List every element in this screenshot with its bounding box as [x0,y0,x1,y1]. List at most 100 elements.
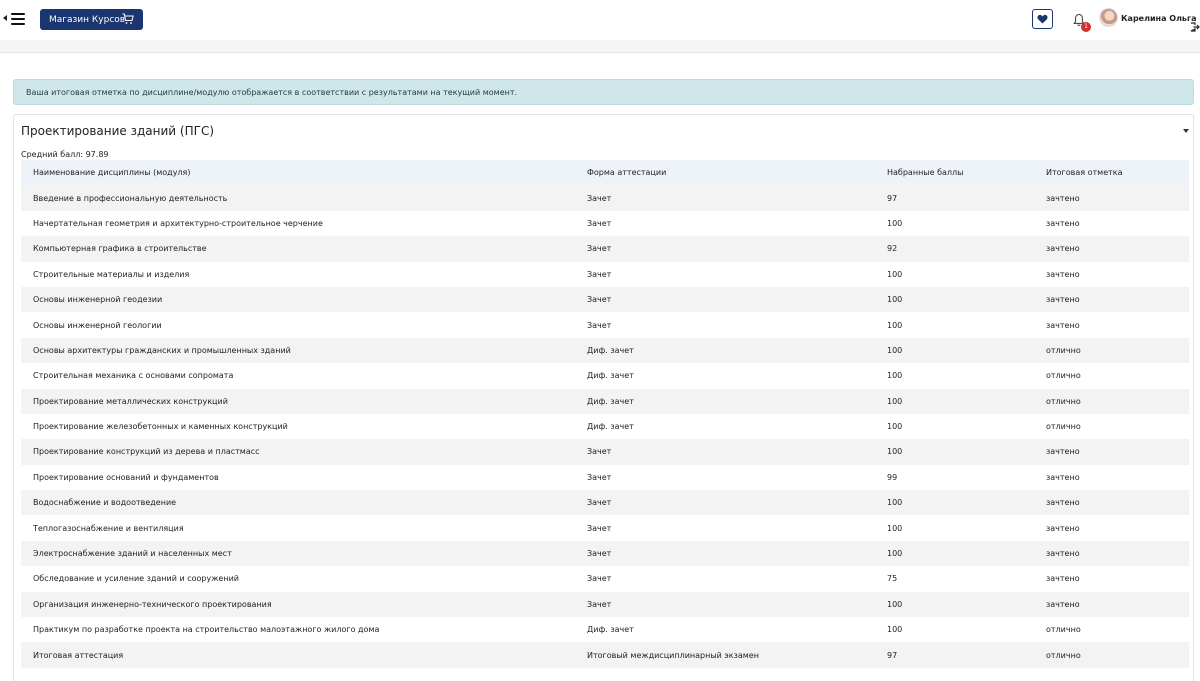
discipline-cell: Введение в профессиональную деятельность [21,185,575,211]
info-alert-text: Ваша итоговая отметка по дисциплине/моду… [26,88,518,97]
assessment-cell: Зачет [575,261,875,287]
points-cell: 100 [875,363,1034,389]
assessment-cell: Зачет [575,540,875,567]
assessment-cell: Диф. зачет [575,388,875,414]
points-cell: 100 [875,540,1034,567]
table-row: Введение в профессиональную деятельность… [21,185,1189,211]
grade-cell: зачтено [1034,185,1189,211]
assessment-cell: Итоговый междисциплинарный экзамен [575,642,875,668]
table-row: Теплогазоснабжение и вентиляция Зачет 100 з… [21,515,1189,541]
grade-cell: зачтено [1034,261,1189,287]
grades-table-body: Введение в профессиональную деятельность… [21,185,1189,668]
discipline-cell: Проектирование оснований и фундаментов [21,464,575,491]
points-cell: 100 [875,286,1034,313]
assessment-cell: Диф. зачет [575,363,875,389]
points-cell: 100 [875,413,1034,440]
assessment-cell: Зачет [575,185,875,211]
grade-cell: зачтено [1034,286,1189,313]
grade-cell: зачтено [1034,464,1189,491]
table-row: Проектирование железобетонных и каменных… [21,413,1189,440]
table-row: Основы архитектуры гражданских и промышл… [21,337,1189,364]
points-cell: 100 [875,337,1034,364]
cart-icon [122,13,134,24]
grade-cell: зачтено [1034,566,1189,592]
grade-cell: отлично [1034,363,1189,389]
discipline-cell: Начертательная геометрия и архитектурно-… [21,210,575,237]
table-row: Обследование и усиление зданий и сооруже… [21,566,1189,592]
assessment-cell: Зачет [575,464,875,491]
top-bar: Магазин Курсов 1 Карелина Ольга [0,0,1200,40]
table-row: Организация инженерно-технического проек… [21,591,1189,618]
table-row: Проектирование металлических конструкций… [21,388,1189,414]
assessment-cell: Зачет [575,515,875,541]
discipline-cell: Теплогазоснабжение и вентиляция [21,515,575,541]
points-cell: 75 [875,566,1034,592]
table-row: Итоговая аттестация Итоговый междисциплин… [21,642,1189,668]
program-card: Проектирование зданий (ПГС) Средний балл… [13,114,1194,681]
sidebar-collapse-icon[interactable] [3,15,7,21]
table-row: Проектирование оснований и фундаментов За… [21,464,1189,491]
chevron-down-icon[interactable] [1183,129,1189,133]
table-row: Основы инженерной геологии Зачет 100 зачтен… [21,312,1189,338]
discipline-cell: Проектирование металлических конструкций [21,388,575,414]
grade-cell: зачтено [1034,210,1189,237]
avatar[interactable] [1099,8,1118,27]
discipline-cell: Основы инженерной геодезии [21,286,575,313]
grades-table: Наименование дисциплины (модуля) Форма а… [21,160,1189,668]
course-shop-button[interactable]: Магазин Курсов [40,9,143,30]
discipline-cell: Обследование и усиление зданий и сооруже… [21,566,575,592]
points-cell: 97 [875,642,1034,668]
discipline-cell: Основы инженерной геологии [21,312,575,338]
assessment-cell: Зачет [575,566,875,592]
grade-cell: зачтено [1034,515,1189,541]
grade-cell: отлично [1034,413,1189,440]
discipline-cell: Водоснабжение и водоотведение [21,490,575,516]
average-score: Средний балл: 97.89 [21,150,109,159]
assessment-cell: Зачет [575,286,875,313]
table-row: Строительная механика с основами сопрома… [21,363,1189,389]
course-shop-label: Магазин Курсов [49,14,126,25]
assessment-cell: Диф. зачет [575,337,875,364]
points-cell: 100 [875,617,1034,643]
favorites-button[interactable] [1032,9,1053,29]
column-header-discipline: Наименование дисциплины (модуля) [21,160,575,186]
table-row: Компьютерная графика в строительстве Заче… [21,236,1189,262]
assessment-cell: Зачет [575,312,875,338]
grade-cell: зачтено [1034,540,1189,567]
points-cell: 99 [875,464,1034,491]
user-name[interactable]: Карелина Ольга [1121,14,1197,23]
assessment-cell: Зачет [575,439,875,465]
main-panel: Ваша итоговая отметка по дисциплине/моду… [0,52,1200,681]
grade-cell: зачтено [1034,312,1189,338]
table-header-row: Наименование дисциплины (модуля) Форма а… [21,160,1189,186]
assessment-cell: Зачет [575,236,875,262]
assessment-cell: Зачет [575,210,875,237]
program-title[interactable]: Проектирование зданий (ПГС) [21,124,214,138]
column-header-points: Набранные баллы [875,160,1034,186]
discipline-cell: Электроснабжение зданий и населенных мес… [21,540,575,567]
points-cell: 100 [875,261,1034,287]
grade-cell: отлично [1034,642,1189,668]
grade-cell: отлично [1034,617,1189,643]
menu-icon[interactable] [11,13,25,25]
column-header-assessment: Форма аттестации [575,160,875,186]
table-row: Водоснабжение и водоотведение Зачет 100 зач… [21,490,1189,516]
points-cell: 97 [875,185,1034,211]
discipline-cell: Основы архитектуры гражданских и промышл… [21,337,575,364]
table-row: Строительные материалы и изделия Зачет 100… [21,261,1189,287]
discipline-cell: Проектирование железобетонных и каменных… [21,413,575,440]
points-cell: 100 [875,515,1034,541]
discipline-cell: Строительная механика с основами сопрома… [21,363,575,389]
discipline-cell: Организация инженерно-технического проек… [21,591,575,618]
info-alert: Ваша итоговая отметка по дисциплине/моду… [13,79,1194,105]
discipline-cell: Компьютерная графика в строительстве [21,236,575,262]
heart-icon [1037,14,1048,24]
table-row: Практикум по разработке проекта на строи… [21,617,1189,643]
logout-icon[interactable] [1190,22,1200,32]
grade-cell: зачтено [1034,236,1189,262]
assessment-cell: Диф. зачет [575,617,875,643]
column-header-grade: Итоговая отметка [1034,160,1189,186]
grade-cell: зачтено [1034,591,1189,618]
grade-cell: зачтено [1034,439,1189,465]
assessment-cell: Зачет [575,490,875,516]
